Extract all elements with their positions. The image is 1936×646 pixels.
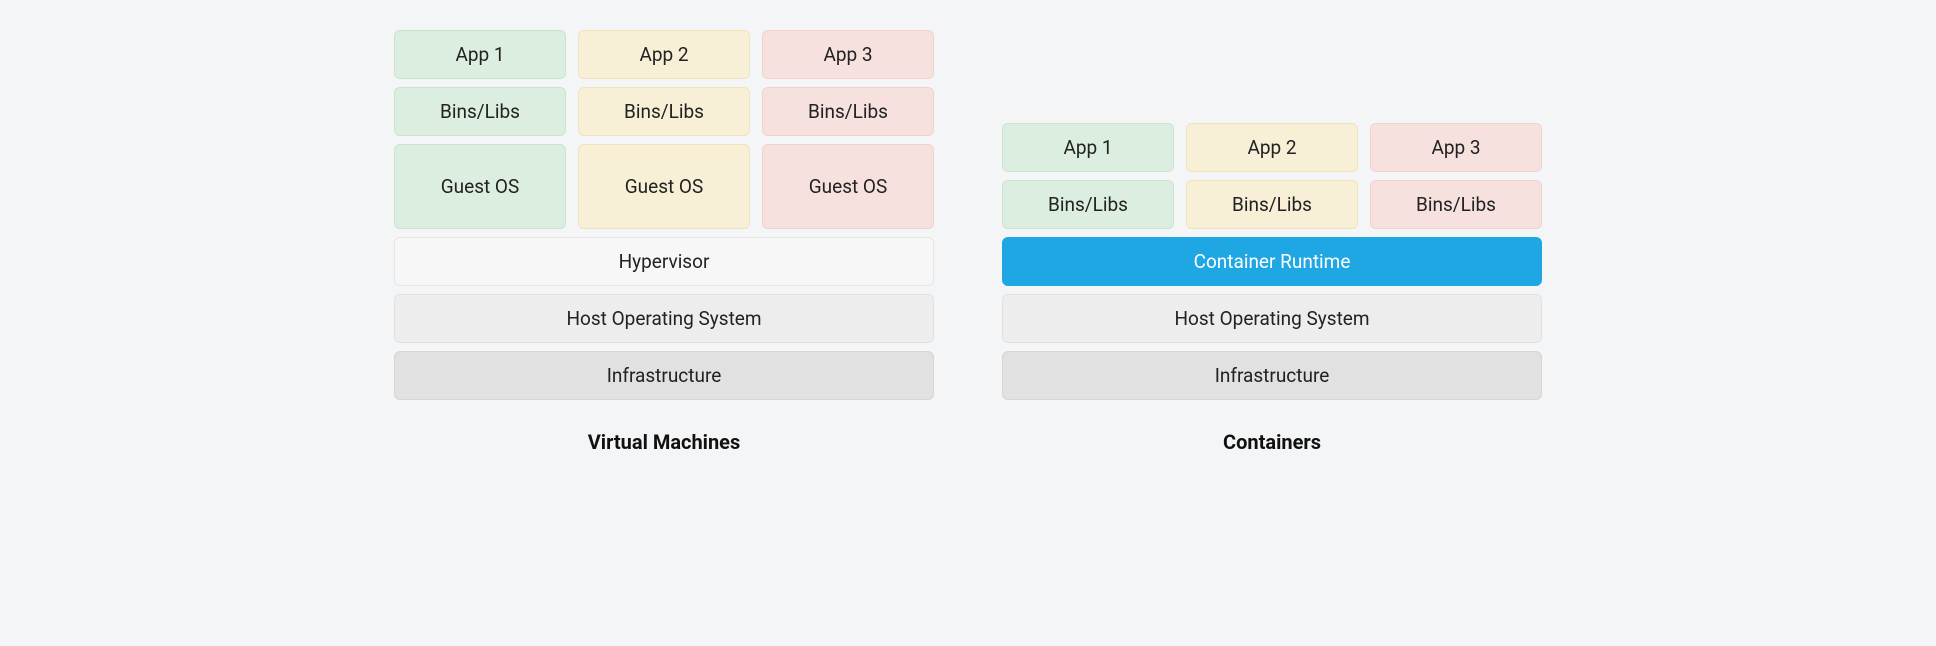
vm-host-os-box: Host Operating System: [394, 294, 934, 343]
vm-title: Virtual Machines: [588, 430, 741, 454]
ct-app-box: App 1: [1002, 123, 1174, 172]
ct-app-box: App 3: [1370, 123, 1542, 172]
vm-infra-box: Infrastructure: [394, 351, 934, 400]
vm-guest-os-box: Guest OS: [578, 144, 750, 229]
ct-bins-row: Bins/Libs Bins/Libs Bins/Libs: [1002, 180, 1542, 229]
vm-app-box: App 3: [762, 30, 934, 79]
containers-stack: App 1 App 2 App 3 Bins/Libs Bins/Libs Bi…: [1002, 123, 1542, 454]
vm-hypervisor-box: Hypervisor: [394, 237, 934, 286]
vm-app-box: App 2: [578, 30, 750, 79]
vm-apps-row: App 1 App 2 App 3: [394, 30, 934, 79]
vm-guest-os-box: Guest OS: [394, 144, 566, 229]
vm-bins-box: Bins/Libs: [578, 87, 750, 136]
vm-guest-os-box: Guest OS: [762, 144, 934, 229]
vm-bins-box: Bins/Libs: [762, 87, 934, 136]
vm-guest-row: Guest OS Guest OS Guest OS: [394, 144, 934, 229]
vm-bins-row: Bins/Libs Bins/Libs Bins/Libs: [394, 87, 934, 136]
vm-app-box: App 1: [394, 30, 566, 79]
ct-title: Containers: [1223, 430, 1321, 454]
vm-stack: App 1 App 2 App 3 Bins/Libs Bins/Libs Bi…: [394, 30, 934, 454]
ct-infra-box: Infrastructure: [1002, 351, 1542, 400]
ct-apps-row: App 1 App 2 App 3: [1002, 123, 1542, 172]
diagram-wrap: App 1 App 2 App 3 Bins/Libs Bins/Libs Bi…: [394, 30, 1542, 454]
vm-bins-box: Bins/Libs: [394, 87, 566, 136]
ct-bins-box: Bins/Libs: [1186, 180, 1358, 229]
ct-host-os-box: Host Operating System: [1002, 294, 1542, 343]
ct-runtime-box: Container Runtime: [1002, 237, 1542, 286]
ct-bins-box: Bins/Libs: [1002, 180, 1174, 229]
ct-app-box: App 2: [1186, 123, 1358, 172]
ct-bins-box: Bins/Libs: [1370, 180, 1542, 229]
